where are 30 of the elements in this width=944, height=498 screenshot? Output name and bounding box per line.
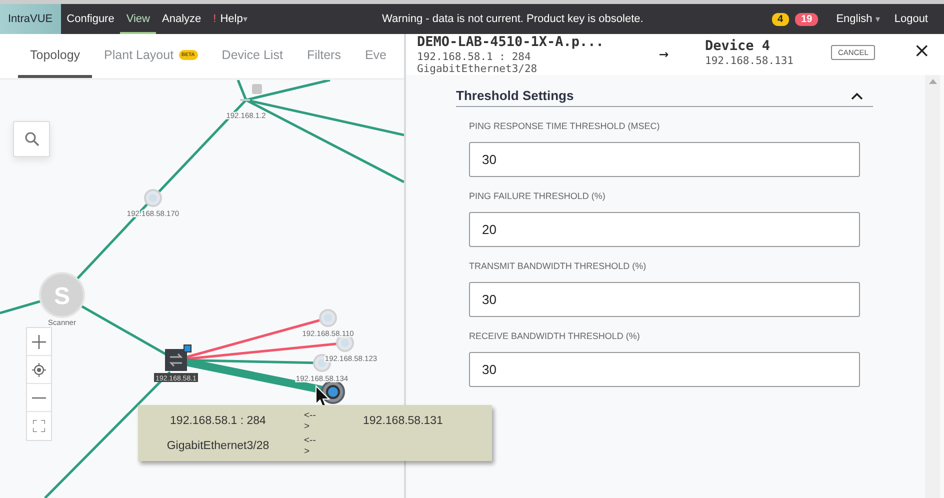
source-device-name: DEMO-LAB-4510-1X-A.p... [417, 34, 605, 51]
link-arrow: → [659, 44, 670, 63]
target-device-name: Device 4 [705, 38, 772, 55]
logout-link[interactable]: Logout [894, 13, 928, 25]
input-field[interactable]: 30 [469, 282, 860, 317]
source-port: GigabitEthernet3/28 [417, 63, 538, 75]
tooltip-source: 192.168.58.1 : 284 [169, 414, 267, 426]
language-dropdown[interactable]: English ▾ [836, 13, 880, 25]
input-field[interactable]: 20 [469, 212, 860, 247]
input-field[interactable]: 30 [469, 352, 860, 387]
section-title: Threshold Settings [456, 88, 574, 103]
field-label: PING FAILURE THRESHOLD (%) [469, 191, 606, 201]
field-label: RECEIVE BANDWIDTH THRESHOLD (%) [469, 331, 641, 341]
source-address: 192.168.58.1 : 284 [417, 51, 532, 63]
menu-item[interactable]: Analyze [156, 4, 208, 34]
menu-item[interactable]: Configure [60, 4, 120, 34]
input-field[interactable]: 30 [469, 142, 860, 177]
close-button[interactable]: × [913, 40, 930, 60]
app-logo[interactable]: IntraVUE [0, 4, 61, 34]
tooltip-target: 192.168.58.131 [363, 414, 443, 426]
target-address: 192.168.58.131 [705, 55, 795, 67]
field-label: TRANSMIT BANDWIDTH THRESHOLD (%) [469, 261, 648, 271]
tooltip-arrow: <--> [304, 434, 317, 456]
menu-item[interactable]: ! Help▾ [207, 4, 254, 34]
field-label: PING RESPONSE TIME THRESHOLD (MSEC) [469, 121, 661, 131]
tooltip-arrow: <--> [304, 410, 317, 432]
tooltip-source: GigabitEthernet3/28 [166, 440, 270, 452]
count-badge[interactable]: 4 [772, 12, 790, 26]
warning-message: Warning - data is not current. Product key is obsolete. [381, 13, 644, 25]
section-header[interactable]: Threshold Settings [456, 85, 873, 107]
